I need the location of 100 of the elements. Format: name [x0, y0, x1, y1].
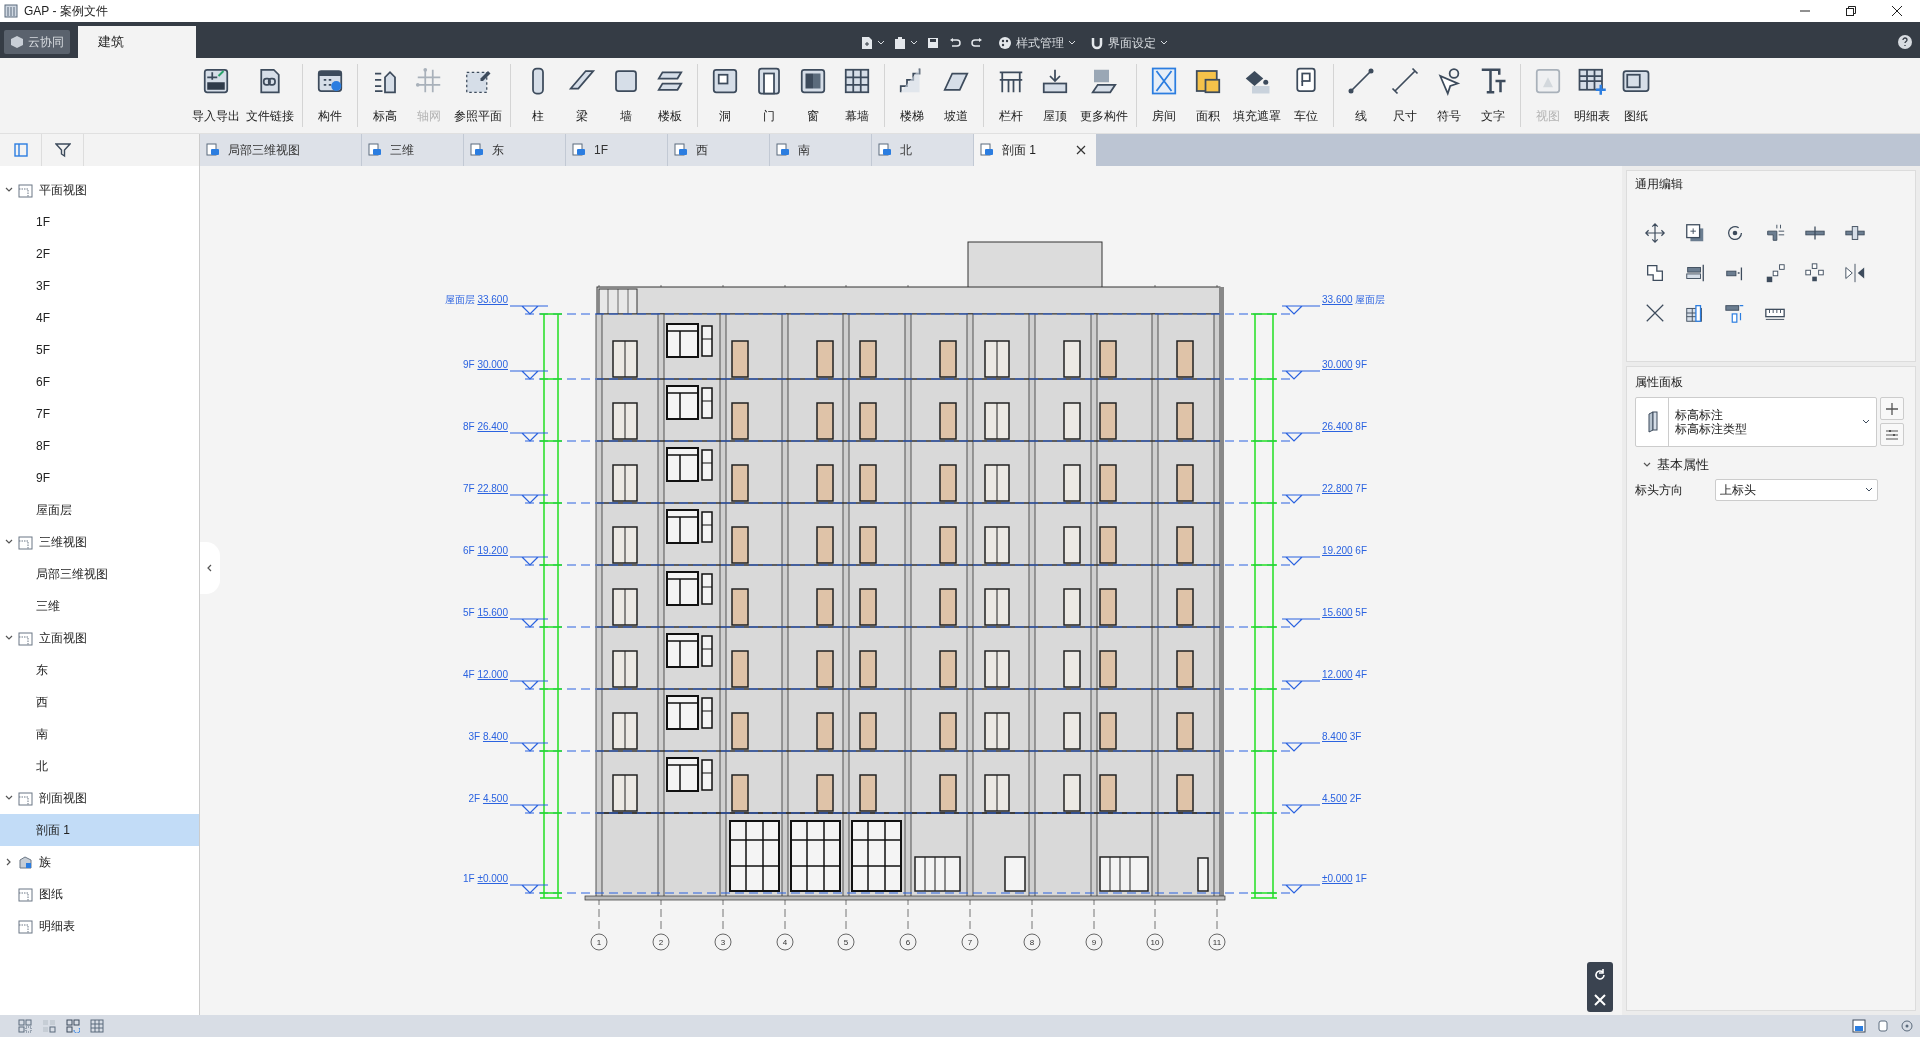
ribbon-button[interactable]: 楼板	[649, 64, 691, 127]
ribbon-button[interactable]: 柱	[517, 64, 559, 127]
close-tab-button[interactable]	[1074, 143, 1088, 157]
level-label[interactable]: 26.400 8F	[1322, 421, 1368, 432]
ribbon-button[interactable]: 文字	[1472, 64, 1514, 127]
tree-item[interactable]: 剖面 1	[0, 814, 199, 846]
copy-icon	[1684, 222, 1706, 244]
axis-bubble[interactable]: 9	[1085, 933, 1103, 951]
ribbon-button[interactable]: 标高	[364, 64, 406, 127]
ribbon-button[interactable]: 屋顶	[1034, 64, 1076, 127]
view-tab[interactable]: 1F	[566, 134, 668, 166]
axis-bubble[interactable]: 11	[1208, 933, 1226, 951]
ribbon-button[interactable]: 导入导出	[190, 64, 242, 127]
level-label[interactable]: 1F ±0.000	[463, 873, 508, 884]
ribbon-button[interactable]: 楼梯	[891, 64, 933, 127]
ribbon-button[interactable]: 图纸	[1615, 64, 1657, 127]
level-label[interactable]: 屋面层 33.600	[444, 294, 508, 305]
status-button[interactable]	[1900, 1019, 1914, 1033]
ribbon-button[interactable]: 文件链接	[244, 64, 296, 127]
level-label[interactable]: 12.000 4F	[1322, 669, 1368, 680]
view-tab[interactable]: 局部三维视图	[200, 134, 362, 166]
level-label[interactable]: 5F 15.600	[462, 607, 508, 618]
toolbar-button[interactable]	[948, 36, 962, 50]
panel-icon	[13, 143, 28, 157]
level-label[interactable]: 7F 22.800	[462, 483, 508, 494]
toolbar-button[interactable]	[970, 36, 984, 50]
level-label[interactable]: 22.800 7F	[1322, 483, 1368, 494]
view-folder-icon	[18, 182, 33, 198]
axis-bubble[interactable]: 7	[961, 933, 979, 951]
axis-bubble[interactable]: 10	[1146, 933, 1164, 951]
level-label[interactable]: 9F 30.000	[462, 359, 508, 370]
level-marker	[509, 680, 549, 690]
level-label[interactable]: 8F 26.400	[462, 421, 508, 432]
menu-dropdown[interactable]: 界面设定	[1090, 34, 1168, 52]
ribbon-tab[interactable]: 云协同	[4, 30, 70, 54]
level-label[interactable]: 4F 12.000	[462, 669, 508, 680]
view-tab[interactable]: 北	[872, 134, 974, 166]
ribbon-button[interactable]: 窗	[792, 64, 834, 127]
level-label[interactable]: 6F 19.200	[462, 545, 508, 556]
ribbon-button[interactable]: 洞	[704, 64, 746, 127]
ribbon-button[interactable]: 尺寸	[1384, 64, 1426, 127]
line-icon	[1346, 66, 1376, 96]
axis-bubble[interactable]: 3	[714, 933, 732, 951]
axis-bubble[interactable]: 4	[776, 933, 794, 951]
collapse-handle[interactable]	[200, 542, 220, 594]
axis-bubble[interactable]: 1	[590, 933, 608, 951]
level-label[interactable]: 3F 8.400	[468, 731, 508, 742]
axis-bubble[interactable]: 6	[899, 933, 917, 951]
status-button[interactable]	[18, 1019, 32, 1033]
ribbon-tab[interactable]: 建筑	[78, 26, 196, 58]
window-title: GAP - 案例文件	[24, 3, 108, 20]
property-dropdown[interactable]: 上标头	[1715, 478, 1878, 501]
ribbon-button[interactable]: 填充遮罩	[1231, 64, 1283, 127]
view-tab[interactable]: 剖面 1	[974, 134, 1096, 166]
menu-dropdown[interactable]: 样式管理	[998, 34, 1076, 52]
status-button[interactable]	[66, 1019, 80, 1033]
level-label[interactable]: 2F 4.500	[468, 793, 508, 804]
view-folder-icon	[18, 534, 33, 550]
ribbon-button[interactable]: 线	[1340, 64, 1382, 127]
level-label[interactable]: 33.600 屋面层	[1322, 294, 1386, 305]
type-selector[interactable]: 标高标注 标高标注类型	[1635, 397, 1877, 447]
corner-trim-icon	[1764, 222, 1786, 244]
view-tab[interactable]: 西	[668, 134, 770, 166]
family-icon	[18, 854, 33, 870]
dropdown-button[interactable]	[893, 36, 918, 50]
add-type-button[interactable]	[1880, 397, 1904, 420]
ribbon-button[interactable]: 明细表	[1571, 64, 1613, 127]
status-button[interactable]	[1852, 1019, 1866, 1033]
level-label[interactable]: ±0.000 1F	[1322, 873, 1367, 884]
level-label[interactable]: 19.200 6F	[1322, 545, 1368, 556]
toolbar-button[interactable]	[926, 36, 940, 50]
ribbon-button[interactable]: 构件	[309, 64, 351, 127]
status-button[interactable]	[90, 1019, 104, 1033]
help-button[interactable]	[1898, 35, 1912, 49]
ribbon-button[interactable]: 符号	[1428, 64, 1470, 127]
ribbon-button[interactable]: 门	[748, 64, 790, 127]
ribbon-button[interactable]: 面积	[1187, 64, 1229, 127]
ribbon-button[interactable]: 墙	[605, 64, 647, 127]
section-header[interactable]: 基本属性	[1643, 455, 1709, 475]
ribbon-button[interactable]: 更多构件	[1078, 64, 1130, 127]
view-tab[interactable]: 东	[464, 134, 566, 166]
status-button[interactable]	[1876, 1019, 1890, 1033]
table-grid-icon	[90, 1019, 104, 1033]
dropdown-button[interactable]	[860, 36, 885, 50]
view-tab[interactable]: 三维	[362, 134, 464, 166]
ribbon-button[interactable]: 坡道	[935, 64, 977, 127]
ribbon-button[interactable]: 车位	[1285, 64, 1327, 127]
ribbon-button[interactable]: 梁	[561, 64, 603, 127]
ribbon-button[interactable]: 参照平面	[452, 64, 504, 127]
level-label[interactable]: 15.600 5F	[1322, 607, 1368, 618]
ribbon-button[interactable]: 栏杆	[990, 64, 1032, 127]
level-label[interactable]: 30.000 9F	[1322, 359, 1368, 370]
axis-bubble[interactable]: 5	[837, 933, 855, 951]
axis-bubble[interactable]: 2	[652, 933, 670, 951]
ribbon-button[interactable]: 房间	[1143, 64, 1185, 127]
view-tab[interactable]: 南	[770, 134, 872, 166]
level-label[interactable]: 4.500 2F	[1322, 793, 1362, 804]
axis-bubble[interactable]: 8	[1023, 933, 1041, 951]
level-label[interactable]: 8.400 3F	[1322, 731, 1362, 742]
ribbon-button[interactable]: 幕墙	[836, 64, 878, 127]
